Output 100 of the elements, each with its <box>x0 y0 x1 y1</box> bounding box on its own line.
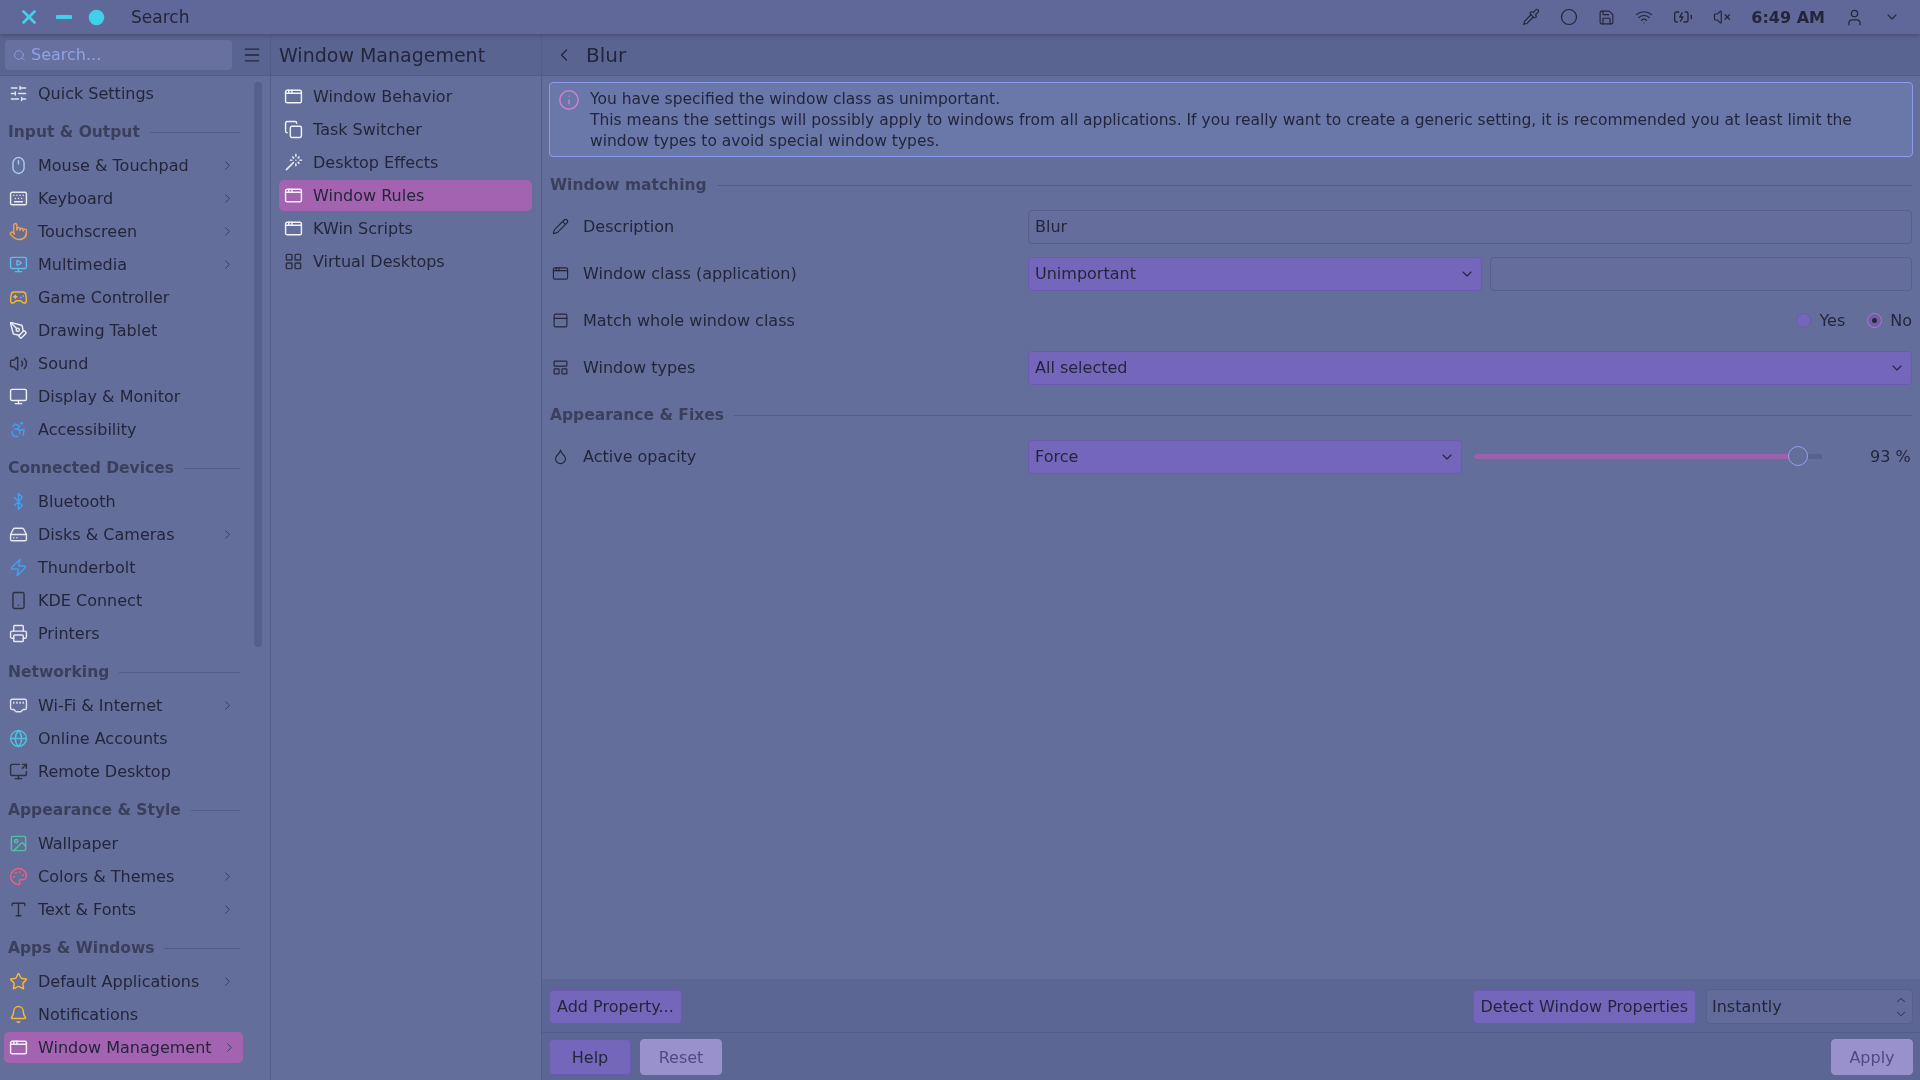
info-icon <box>558 89 580 111</box>
search-field[interactable]: Search... <box>5 39 232 70</box>
remote-screen-icon <box>9 762 28 781</box>
sidebar-item[interactable]: Sound <box>4 348 243 379</box>
subcategory-item[interactable]: Window Behavior <box>279 81 532 112</box>
subcategory-item[interactable]: KWin Scripts <box>279 213 532 244</box>
keyboard-icon <box>9 189 28 208</box>
sliders-icon <box>9 84 28 103</box>
add-property-button[interactable]: Add Property... <box>549 989 682 1024</box>
sidebar-item[interactable]: Quick Settings <box>4 78 243 109</box>
dialog-button[interactable]: Help <box>549 1039 631 1075</box>
star-icon <box>9 972 28 991</box>
page-title: Blur <box>586 42 627 67</box>
speaker-icon <box>9 354 28 373</box>
device-icon <box>1598 8 1616 26</box>
sidebar-item[interactable]: Display & Monitor <box>4 381 243 412</box>
dropdown[interactable]: Force <box>1028 439 1462 474</box>
muted-speaker-icon <box>1713 8 1732 26</box>
window-layout-icon <box>552 359 569 376</box>
sidebar-item[interactable]: Wi-Fi & Internet <box>4 690 243 721</box>
sidebar-item[interactable]: Thunderbolt <box>4 552 243 583</box>
section-heading: Appearance & Style <box>8 801 181 819</box>
accessibility-icon <box>9 420 28 439</box>
radio-option[interactable]: Yes <box>1796 311 1846 330</box>
column-title: Window Management <box>279 43 486 66</box>
maximize-icon[interactable] <box>88 8 105 26</box>
section-heading: Connected Devices <box>8 459 174 477</box>
text-field[interactable]: Blur <box>1028 209 1912 244</box>
radio-button[interactable] <box>1796 313 1812 328</box>
section-heading: Apps & Windows <box>8 939 155 957</box>
dropdown[interactable]: Unimportant <box>1028 256 1482 291</box>
subcategory-item[interactable]: Desktop Effects <box>279 147 532 178</box>
sidebar-item[interactable]: KDE Connect <box>4 585 243 616</box>
banner-headline: You have specified the window class as unimportant. <box>590 89 1002 110</box>
sidebar-item[interactable]: Text & Fonts <box>4 894 243 925</box>
detect-button[interactable]: Detect Window Properties <box>1472 989 1696 1024</box>
window-icon <box>552 312 569 329</box>
bell-icon <box>9 1005 28 1024</box>
sidebar-item[interactable]: Printers <box>4 618 243 649</box>
subcategory-item[interactable]: Task Switcher <box>279 114 532 145</box>
sidebar-item[interactable]: Default Applications <box>4 966 243 997</box>
droplet-icon <box>552 448 569 465</box>
phone-icon <box>9 591 28 610</box>
sidebar-item[interactable]: Touchscreen <box>4 216 243 247</box>
window-icon <box>284 186 303 205</box>
subcategory-item[interactable]: Window Rules <box>279 180 532 211</box>
picture-icon <box>9 834 28 853</box>
section-heading: Appearance & Fixes <box>550 406 724 424</box>
minimize-icon[interactable] <box>56 15 72 19</box>
subcategory-item[interactable]: Virtual Desktops <box>279 246 532 277</box>
slider-thumb[interactable] <box>1787 446 1808 466</box>
lightning-icon <box>9 558 28 577</box>
sidebar-item[interactable]: Notifications <box>4 999 243 1030</box>
pointing-hand-icon <box>9 222 28 241</box>
sidebar-item[interactable]: Keyboard <box>4 183 243 214</box>
globe-icon <box>9 729 28 748</box>
video-monitor-icon <box>9 255 28 274</box>
stacked-windows-icon <box>284 120 303 139</box>
font-icon <box>9 900 28 919</box>
sidebar-item[interactable]: Colors & Themes <box>4 861 243 892</box>
property-label: Window class (application) <box>583 264 797 283</box>
user-icon <box>1845 7 1864 27</box>
sidebar-item[interactable]: Game Controller <box>4 282 243 313</box>
monitor-icon <box>9 387 28 406</box>
color-picker-icon <box>1522 8 1541 26</box>
section-heading: Input & Output <box>8 123 140 141</box>
radio-label: No <box>1890 311 1912 330</box>
window-icon <box>9 1038 28 1057</box>
sidebar-item[interactable]: Bluetooth <box>4 486 243 517</box>
property-label: Window types <box>583 358 696 377</box>
radio-button[interactable] <box>1867 313 1883 328</box>
property-label: Match whole window class <box>583 311 795 330</box>
sidebar-item[interactable]: Accessibility <box>4 414 243 445</box>
section-heading: Networking <box>8 663 110 681</box>
clock[interactable]: 6:49 AM <box>1751 7 1825 27</box>
sidebar-item[interactable]: Remote Desktop <box>4 756 243 787</box>
search-icon <box>13 48 26 62</box>
sidebar-item[interactable]: Drawing Tablet <box>4 315 243 346</box>
banner-message: This means the settings will possibly apply to windows from all applications. If you really want to create a generic setting, it is recommended you at least limit the window types to avoid special window types. <box>590 110 1853 152</box>
printer-icon <box>9 624 28 643</box>
mouse-icon <box>9 156 28 175</box>
dropdown[interactable]: All selected <box>1028 350 1912 385</box>
sidebar-item[interactable]: Disks & Cameras <box>4 519 243 550</box>
window-icon <box>284 87 303 106</box>
network-port-icon <box>9 696 28 715</box>
palette-icon <box>9 867 28 886</box>
sidebar-item[interactable]: Multimedia <box>4 249 243 280</box>
sidebar-item[interactable]: Window Management <box>4 1032 243 1063</box>
window-icon <box>552 265 569 282</box>
pencil-icon <box>552 218 569 235</box>
grid-icon <box>284 252 303 271</box>
radio-label: Yes <box>1819 311 1846 330</box>
magic-wand-icon <box>284 153 303 172</box>
section-heading: Window matching <box>550 176 707 194</box>
property-label: Description <box>583 217 675 236</box>
delay-spinbox[interactable]: Instantly <box>1706 989 1913 1024</box>
sidebar-item[interactable]: Wallpaper <box>4 828 243 859</box>
sidebar-item[interactable]: Online Accounts <box>4 723 243 754</box>
sidebar-item[interactable]: Mouse & Touchpad <box>4 150 243 181</box>
radio-option[interactable]: No <box>1867 311 1912 330</box>
